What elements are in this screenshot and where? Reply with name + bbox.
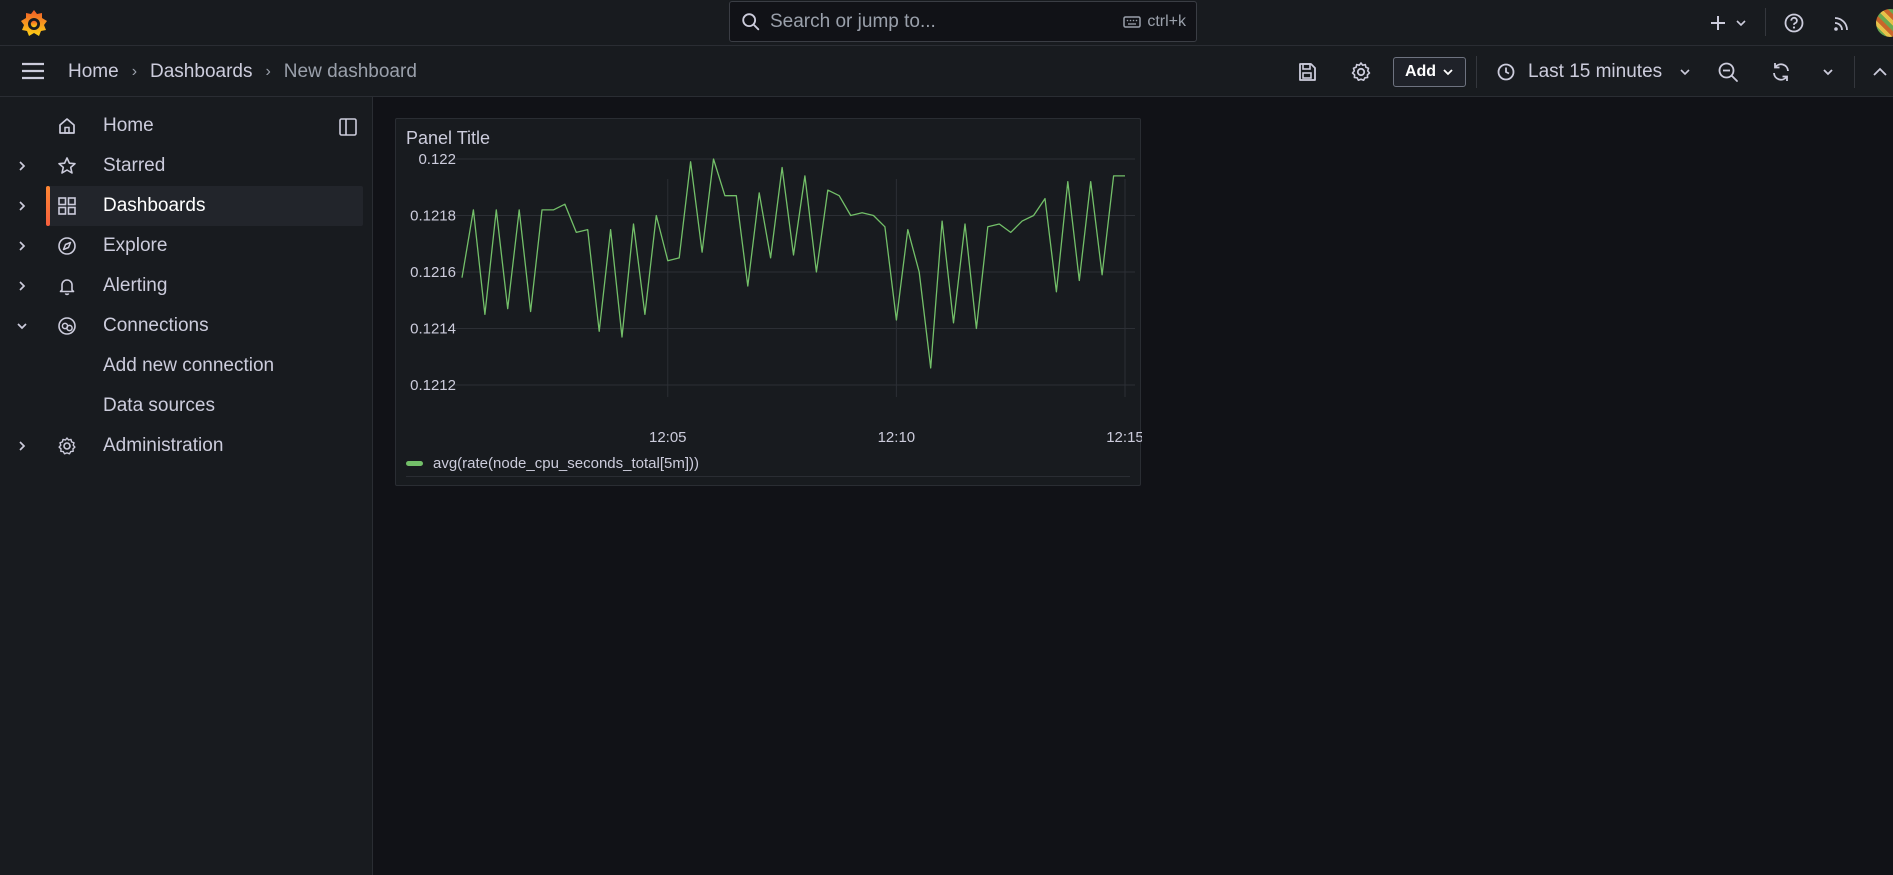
sidebar-subitem-data-sources[interactable]: Data sources	[103, 395, 215, 417]
star-icon	[58, 157, 76, 174]
sidebar-item-connections[interactable]: Connections	[0, 306, 363, 346]
sidebar-item-label: Connections	[103, 315, 209, 336]
breadcrumb-current: New dashboard	[283, 60, 417, 82]
dashboard-settings-button[interactable]	[1349, 60, 1373, 84]
divider	[1476, 56, 1477, 88]
sidebar-item-administration[interactable]: Administration	[0, 426, 363, 466]
chevron-right-icon[interactable]	[14, 438, 30, 454]
breadcrumb-home[interactable]: Home	[68, 61, 119, 83]
breadcrumb-separator: ›	[131, 62, 138, 80]
chevron-down-icon[interactable]	[14, 318, 30, 334]
chevron-down-icon	[1680, 68, 1690, 75]
chevron-down-icon	[1443, 69, 1453, 76]
sidebar-item-starred[interactable]: Starred	[0, 146, 363, 186]
menu-toggle-icon[interactable]	[20, 60, 46, 82]
divider	[1765, 8, 1766, 36]
help-button[interactable]	[1783, 0, 1805, 46]
refresh-interval-dropdown[interactable]	[1816, 60, 1840, 84]
legend-divider	[406, 476, 1130, 477]
home-icon	[59, 118, 75, 134]
time-series-chart[interactable]: 0.122 0.1218 0.1216 0.1214 0.1212 12:05 12:10 1…	[396, 119, 1142, 487]
time-range-label: Last 15 minutes	[1528, 60, 1663, 82]
clock-icon	[1497, 63, 1515, 80]
series-line[interactable]	[461, 158, 1125, 369]
breadcrumb: Home › Dashboards › New dashboard	[68, 46, 417, 97]
refresh-icon	[1773, 63, 1789, 81]
sidebar-item-alerting[interactable]: Alerting	[0, 266, 363, 306]
search-placeholder: Search or jump to...	[770, 10, 936, 32]
dashboard-toolbar: Home › Dashboards › New dashboard Add La…	[0, 46, 1893, 97]
breadcrumb-separator: ›	[265, 62, 271, 80]
y-tick-label: 0.1216	[410, 264, 456, 281]
chevron-right-icon[interactable]	[14, 158, 30, 174]
chevron-right-icon[interactable]	[14, 238, 30, 254]
apps-icon	[58, 197, 76, 215]
shortcut-text: ctrl+k	[1147, 12, 1186, 30]
sidebar-item-label: Starred	[103, 155, 166, 176]
legend-swatch	[406, 461, 423, 466]
cog-icon	[58, 437, 76, 455]
y-tick-label: 0.122	[418, 151, 456, 168]
chart-legend[interactable]: avg(rate(node_cpu_seconds_total[5m]))	[406, 455, 699, 472]
zoom-out-button[interactable]	[1716, 60, 1740, 84]
chevron-right-icon[interactable]	[14, 198, 30, 214]
avatar[interactable]	[1876, 9, 1893, 37]
breadcrumb-dashboards[interactable]: Dashboards	[150, 61, 252, 83]
rss-icon	[1834, 17, 1848, 31]
time-range-picker[interactable]: Last 15 minutes	[1496, 46, 1692, 97]
bell-icon	[59, 279, 75, 296]
compass-icon	[58, 237, 76, 255]
top-bar: Search or jump to... ctrl+k	[0, 0, 1893, 46]
x-tick-label: 12:05	[649, 429, 687, 446]
help-icon	[1784, 13, 1804, 33]
y-tick-label: 0.1218	[410, 208, 456, 225]
zoom-out-icon	[1718, 62, 1738, 82]
new-menu-button[interactable]	[1708, 0, 1748, 46]
sidebar: Home Starred Dashboards Explore Alerting…	[0, 97, 373, 875]
sidebar-item-label: Alerting	[103, 275, 168, 296]
add-button-label: Add	[1404, 63, 1437, 80]
sidebar-item-home[interactable]: Home	[0, 106, 363, 146]
x-tick-label: 12:15	[1106, 429, 1142, 446]
collapse-toolbar-button[interactable]	[1868, 60, 1892, 84]
connections-icon	[58, 317, 76, 335]
sidebar-subitem-add-new-connection[interactable]: Add new connection	[103, 355, 274, 377]
chevron-up-icon	[1873, 67, 1887, 76]
sidebar-item-label: Home	[103, 115, 154, 136]
sidebar-item-label: Explore	[103, 235, 168, 256]
save-icon	[1299, 63, 1316, 81]
save-dashboard-button[interactable]	[1295, 60, 1319, 84]
news-button[interactable]	[1832, 0, 1852, 46]
chevron-down-icon	[1736, 20, 1746, 27]
sidebar-item-explore[interactable]: Explore	[0, 226, 363, 266]
sidebar-item-dashboards[interactable]: Dashboards	[46, 186, 363, 226]
search-input[interactable]: Search or jump to... ctrl+k	[729, 1, 1197, 42]
chevron-right-icon[interactable]	[14, 278, 30, 294]
dashboard-panel[interactable]: Panel Title 0.122 0.1218 0.1216 0.1214 0.121…	[395, 118, 1142, 487]
legend-series-name: avg(rate(node_cpu_seconds_total[5m]))	[433, 455, 699, 472]
keyboard-shortcut: ctrl+k	[1123, 13, 1186, 31]
divider	[1854, 56, 1855, 88]
chevron-down-icon	[1823, 69, 1833, 76]
add-button[interactable]: Add	[1393, 57, 1466, 87]
gear-icon	[1351, 62, 1371, 81]
sidebar-item-label: Dashboards	[103, 195, 206, 216]
y-tick-label: 0.1214	[410, 321, 456, 338]
plus-icon	[1711, 16, 1725, 30]
x-tick-label: 12:10	[878, 429, 916, 446]
grafana-logo-icon[interactable]	[18, 7, 50, 39]
keyboard-icon	[1123, 15, 1142, 28]
refresh-button[interactable]	[1769, 60, 1793, 84]
y-tick-label: 0.1212	[410, 377, 456, 394]
sidebar-item-label: Administration	[103, 435, 224, 456]
search-icon	[742, 12, 760, 30]
